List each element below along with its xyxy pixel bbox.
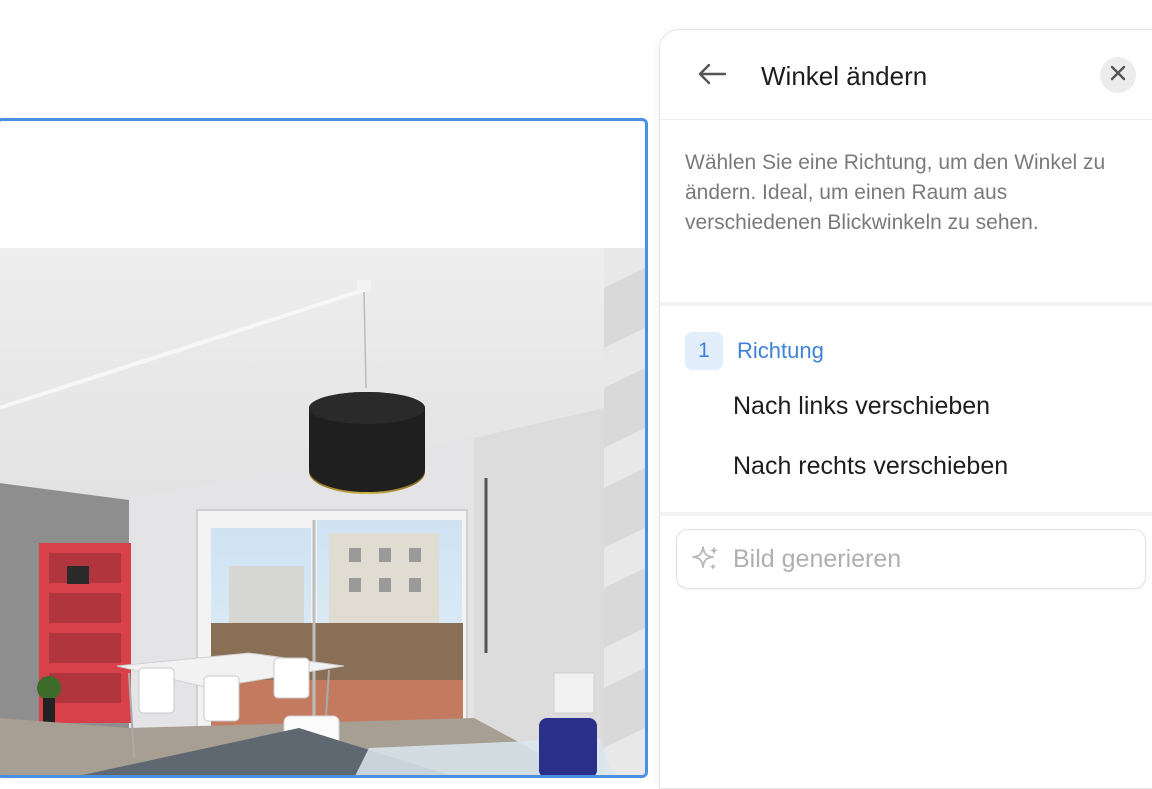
- divider: [660, 512, 1152, 516]
- generate-image-label: Bild generieren: [733, 544, 902, 573]
- panel-description: Wählen Sie eine Richtung, um den Winkel …: [685, 151, 1106, 234]
- step-label: Richtung: [737, 338, 824, 363]
- panel-title: Winkel ändern: [761, 61, 928, 91]
- panel-header: Winkel ändern: [660, 30, 1152, 120]
- close-icon: [1110, 65, 1126, 86]
- divider: [660, 302, 1152, 306]
- option-move-left[interactable]: Nach links verschieben: [733, 392, 990, 421]
- generate-image-button[interactable]: Bild generieren: [676, 529, 1146, 589]
- option-move-right[interactable]: Nach rechts verschieben: [733, 452, 1008, 481]
- step-header: 1 Richtung: [685, 332, 824, 370]
- sparkle-icon: [689, 542, 723, 576]
- selected-image-frame[interactable]: [0, 118, 648, 778]
- step-number-badge: 1: [685, 332, 723, 370]
- room-photo: [0, 248, 645, 775]
- close-button[interactable]: [1100, 57, 1136, 93]
- arrow-left-icon: [697, 62, 727, 91]
- back-button[interactable]: [694, 58, 730, 94]
- canvas-area: [0, 0, 660, 778]
- change-angle-panel: Winkel ändern Wählen Sie eine Richtung, …: [659, 29, 1152, 789]
